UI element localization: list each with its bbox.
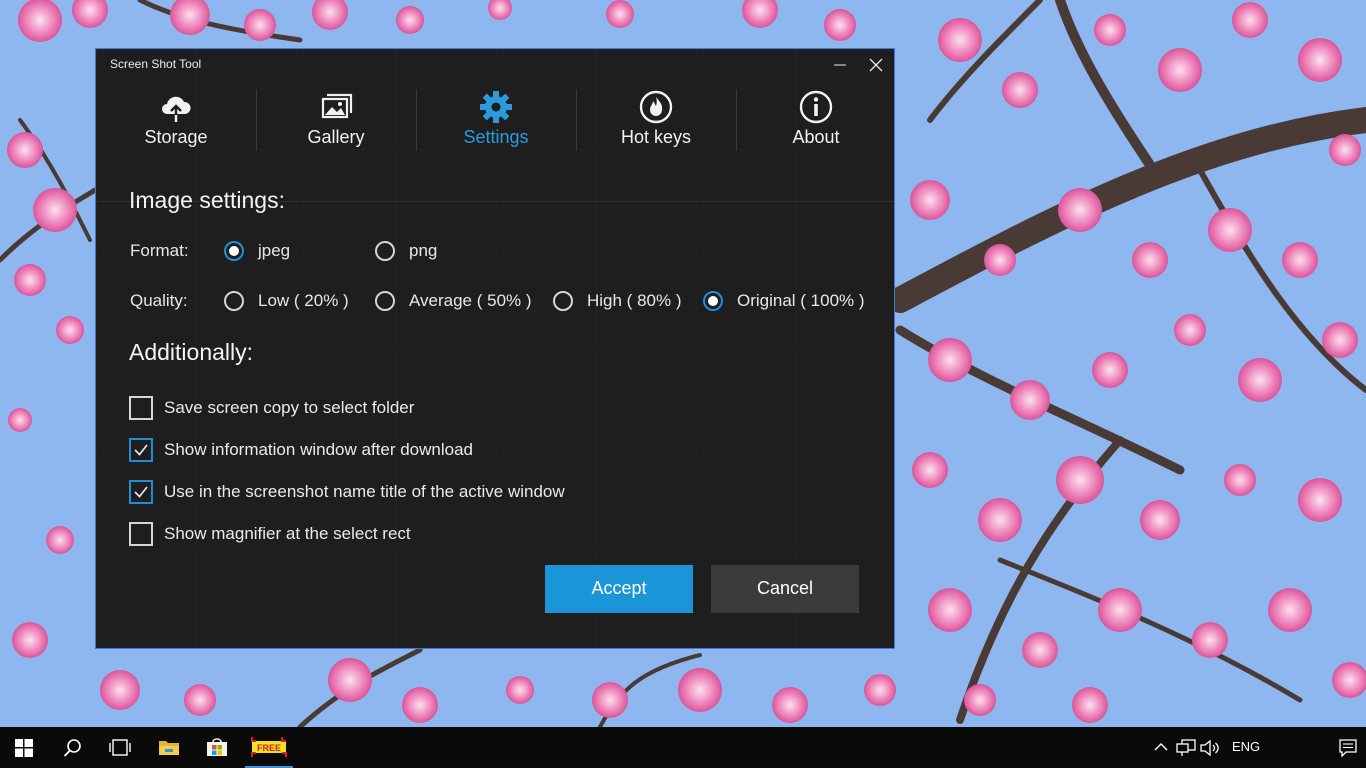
window-title: Screen Shot Tool [110,57,202,71]
gear-icon [480,91,512,123]
search-button[interactable] [48,727,96,768]
checkbox-label: Show information window after download [164,440,474,459]
screen-shot-tool-window: Screen Shot Tool Storage Gallery Setting… [95,48,895,649]
checkbox-label: Save screen copy to select folder [164,398,415,417]
radio-indicator [703,291,723,311]
radio-label: Original ( 100% ) [737,291,865,310]
checkmark-icon [134,444,148,456]
tab-label: Storage [144,127,208,147]
windows-start-icon [15,739,33,757]
start-button[interactable] [0,727,48,768]
checkbox-box [129,480,153,504]
radio-indicator [224,291,244,311]
flame-icon [639,90,673,124]
close-button[interactable] [858,49,894,81]
app-badge-text: FREE [257,743,281,753]
cloud-upload-icon [162,96,191,122]
screen-shot-tool-taskbar-button[interactable]: FREE [245,727,293,768]
file-explorer-icon [159,741,179,755]
radio-label: High ( 80% ) [587,291,682,310]
checkbox-box [129,438,153,462]
action-center-button[interactable] [1330,727,1366,768]
radio-indicator [224,241,244,261]
tab-label: Hot keys [620,127,692,147]
checkbox-label: Show magnifier at the select rect [164,524,411,543]
radio-indicator [375,291,395,311]
checkbox-label: Use in the screenshot name title of the … [164,482,565,501]
image-settings-heading: Image settings: [129,187,285,213]
volume-icon [1200,739,1219,757]
tab-settings[interactable]: Settings [416,85,576,203]
radio-indicator [375,241,395,261]
format-label: Format: [130,241,189,260]
accept-button[interactable]: Accept [545,565,693,613]
tab-label: Settings [463,127,529,147]
tab-gallery[interactable]: Gallery [256,85,416,203]
volume-button[interactable] [1198,727,1222,768]
cancel-button[interactable]: Cancel [711,565,859,613]
close-icon [869,58,883,72]
taskbar: FREE ENG [0,727,1366,768]
chevron-up-icon [1154,743,1168,751]
quality-label: Quality: [130,291,188,310]
minimize-icon [834,64,846,66]
show-hidden-icons-button[interactable] [1150,727,1172,768]
checkbox-box [129,396,153,420]
additionally-heading: Additionally: [129,339,254,365]
file-explorer-button[interactable] [145,727,193,768]
tab-storage[interactable]: Storage [96,85,256,203]
screen-shot-tool-app-icon: FREE [251,737,287,757]
store-button[interactable] [193,727,241,768]
task-view-button[interactable] [96,727,144,768]
tab-label: Gallery [307,127,365,147]
radio-label: jpeg [258,241,291,260]
gallery-icon [321,93,353,119]
radio-label: Average ( 50% ) [409,291,532,310]
radio-indicator [553,291,573,311]
radio-label: Low ( 20% ) [258,291,349,310]
network-button[interactable] [1174,727,1198,768]
tab-label: About [792,127,840,147]
task-view-icon [109,739,131,756]
checkmark-icon [134,486,148,498]
tab-hot-keys[interactable]: Hot keys [576,85,736,203]
title-bar[interactable]: Screen Shot Tool [96,49,894,81]
input-language-indicator[interactable]: ENG [1232,739,1260,754]
radio-label: png [409,241,438,260]
main-navigation: Storage Gallery Settings Hot keys About [96,85,894,202]
store-icon [207,738,227,756]
notification-icon [1339,739,1357,757]
search-icon [63,739,81,757]
minimize-button[interactable] [822,49,858,81]
info-icon [799,90,833,124]
tab-about[interactable]: About [736,85,896,203]
checkbox-box [129,522,153,546]
network-icon [1176,739,1196,756]
